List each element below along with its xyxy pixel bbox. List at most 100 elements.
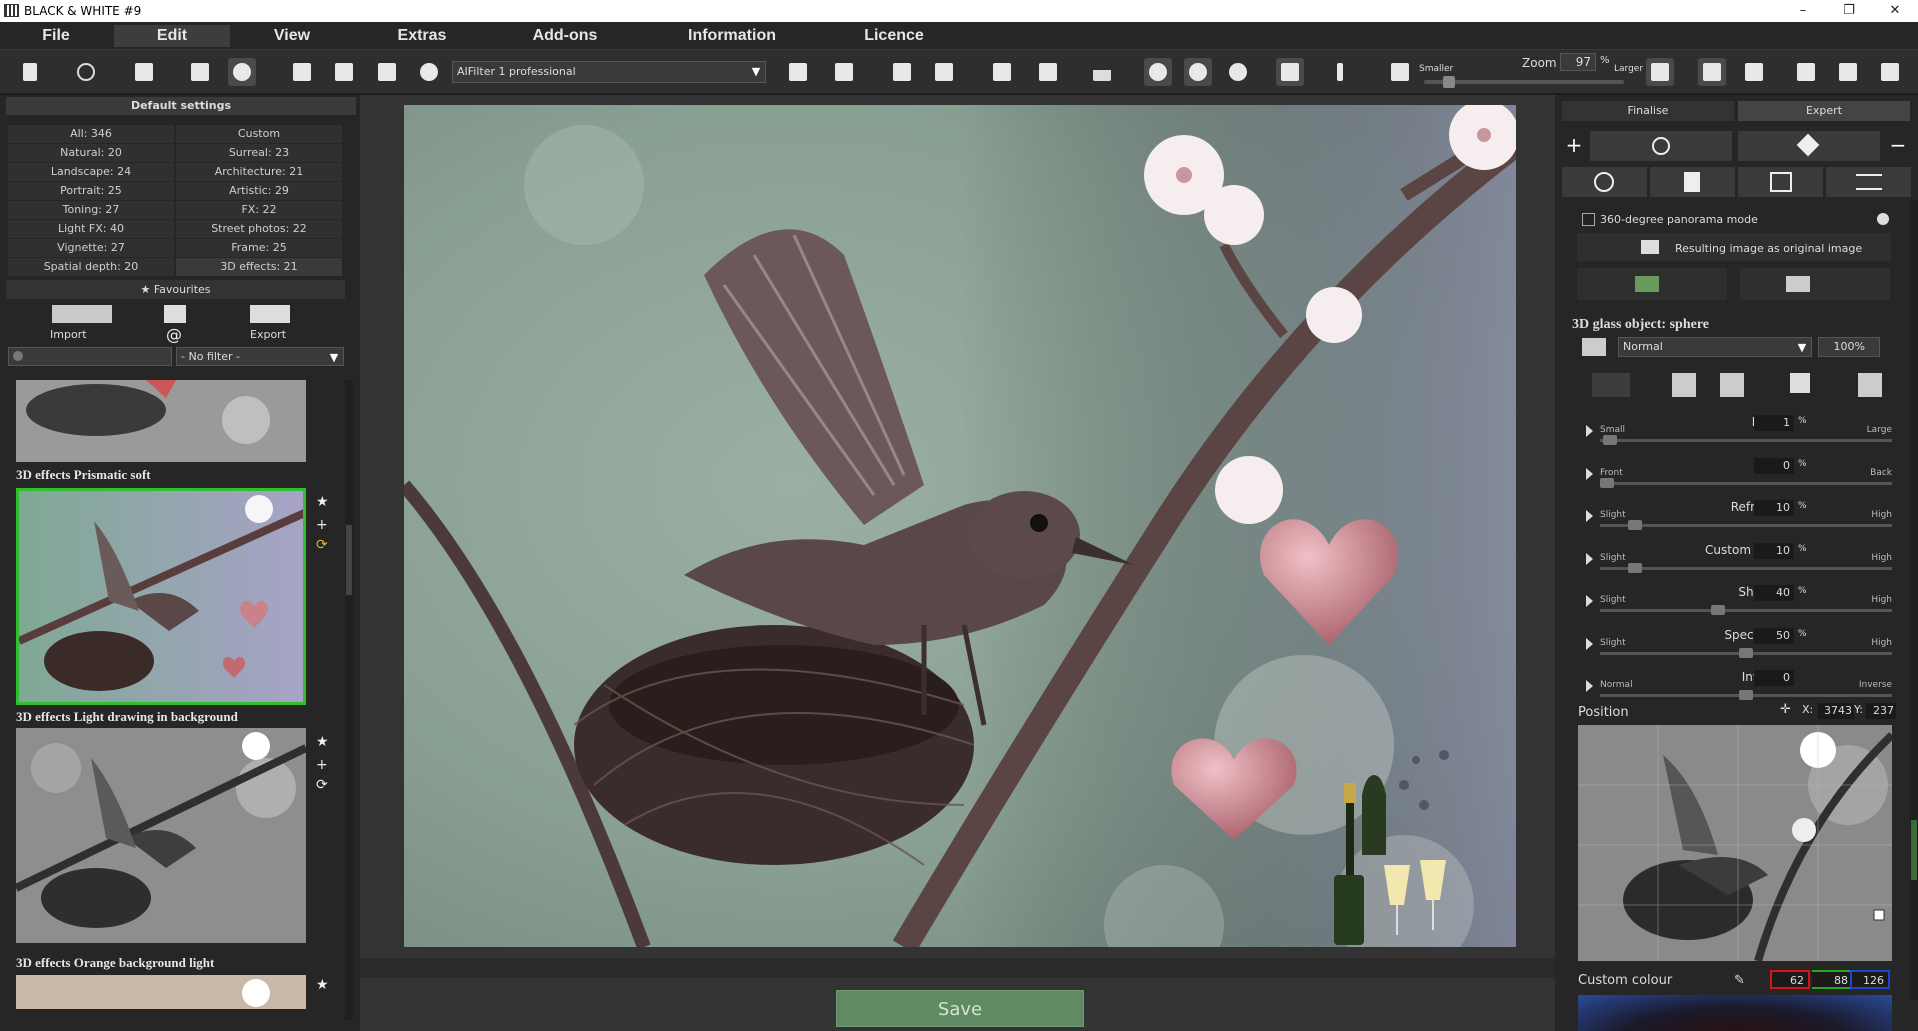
add-layer-icon[interactable] xyxy=(1672,373,1696,397)
resize-button[interactable] xyxy=(1834,58,1862,86)
at-icon[interactable]: @ xyxy=(166,325,182,344)
control-value-input[interactable]: 1 xyxy=(1754,415,1794,431)
menu-file[interactable]: File xyxy=(20,25,92,47)
filter-select[interactable]: AIFilter 1 professional ▼ xyxy=(452,61,766,83)
preset-thumb-1[interactable] xyxy=(16,488,306,705)
favourite-star-icon[interactable]: ★ xyxy=(316,977,329,993)
category-item[interactable]: Natural: 20 xyxy=(8,144,174,162)
category-item[interactable]: Vignette: 27 xyxy=(8,239,174,257)
export-arrow-button[interactable] xyxy=(1646,58,1674,86)
control-value-input[interactable]: 0 xyxy=(1754,457,1794,474)
add-icon[interactable]: + xyxy=(316,517,328,533)
zoom-input[interactable]: 97 xyxy=(1560,53,1596,71)
control-slider-handle[interactable] xyxy=(1711,605,1726,615)
preset-thumb-0[interactable] xyxy=(16,380,306,462)
pin-button[interactable] xyxy=(1386,58,1414,86)
grid-button[interactable] xyxy=(1740,58,1768,86)
category-item[interactable]: All: 346 xyxy=(8,125,174,143)
panorama-info-icon[interactable] xyxy=(1877,213,1889,225)
menu-information[interactable]: Information xyxy=(670,25,794,47)
fit-button[interactable] xyxy=(988,58,1016,86)
settings-button[interactable] xyxy=(228,58,256,86)
preset-thumb-2[interactable] xyxy=(16,728,306,943)
presets-scrollbar[interactable] xyxy=(345,380,353,1020)
layout-button[interactable] xyxy=(784,58,812,86)
filmstrip-button[interactable] xyxy=(930,58,958,86)
category-item[interactable]: FX: 22 xyxy=(176,201,342,219)
tab-finalise[interactable]: Finalise xyxy=(1562,101,1734,121)
open-button[interactable] xyxy=(130,58,158,86)
control-slider-track[interactable] xyxy=(1600,439,1892,442)
document-tab-button[interactable] xyxy=(1650,167,1735,197)
expand-arrow-icon[interactable] xyxy=(1586,467,1593,480)
raw-button[interactable] xyxy=(186,58,214,86)
menu-view[interactable]: View xyxy=(250,25,334,47)
control-slider-track[interactable] xyxy=(1600,481,1892,485)
histogram-button[interactable] xyxy=(1088,58,1116,86)
preset-thumb-3[interactable] xyxy=(16,975,306,1009)
crop-button[interactable] xyxy=(1034,58,1062,86)
category-item[interactable]: Custom xyxy=(176,125,342,143)
category-item[interactable]: Toning: 27 xyxy=(8,201,174,219)
control-slider-handle[interactable] xyxy=(1739,647,1753,658)
import-button[interactable]: Import xyxy=(50,328,87,341)
category-item[interactable]: 3D effects: 21 xyxy=(176,258,342,276)
save-file-button[interactable] xyxy=(288,58,316,86)
menu-licence[interactable]: Licence xyxy=(850,25,938,47)
zoom-tool-button[interactable] xyxy=(1590,131,1732,161)
expand-arrow-icon[interactable] xyxy=(1586,552,1593,565)
category-item[interactable]: Portrait: 25 xyxy=(8,182,174,200)
menu-addons[interactable]: Add-ons xyxy=(510,25,620,47)
refresh-icon[interactable]: ⟳ xyxy=(316,537,328,553)
control-value-input[interactable]: 0 xyxy=(1754,670,1794,686)
control-slider-track[interactable] xyxy=(1600,609,1892,612)
control-value-input[interactable]: 50 xyxy=(1754,627,1794,644)
control-slider-handle[interactable] xyxy=(1627,520,1642,530)
category-item[interactable]: Architecture: 21 xyxy=(176,163,342,181)
control-value-input[interactable]: 10 xyxy=(1754,542,1794,559)
preview-eye-button[interactable] xyxy=(1144,58,1172,86)
fullscreen-button[interactable] xyxy=(1876,58,1904,86)
dots-button[interactable] xyxy=(1326,58,1354,86)
settings-scrollbar[interactable] xyxy=(1910,200,1918,1000)
control-slider-handle[interactable] xyxy=(1627,562,1642,573)
control-value-input[interactable]: 10 xyxy=(1754,500,1794,516)
expand-arrow-icon[interactable] xyxy=(1586,425,1593,437)
history-button[interactable] xyxy=(72,58,100,86)
control-slider-track[interactable] xyxy=(1600,524,1892,527)
tab-expert[interactable]: Expert xyxy=(1738,101,1910,121)
category-item[interactable]: Spatial depth: 20 xyxy=(8,258,174,276)
control-slider-handle[interactable] xyxy=(1602,435,1617,445)
print-button[interactable] xyxy=(373,58,401,86)
split-view-button[interactable] xyxy=(1276,58,1304,86)
new-button[interactable] xyxy=(16,58,44,86)
maximize-button[interactable]: ❐ xyxy=(1826,0,1872,22)
rotate-button[interactable] xyxy=(1698,58,1726,86)
settings-scroll-thumb[interactable] xyxy=(1911,820,1917,880)
position-preview[interactable] xyxy=(1578,725,1892,961)
remove-effect-button[interactable]: − xyxy=(1886,131,1910,161)
edit-layer-icon[interactable] xyxy=(1720,373,1744,397)
list-tab-button[interactable] xyxy=(1738,167,1823,197)
refresh-icon[interactable]: ⟳ xyxy=(316,777,328,793)
sliders-tab-button[interactable] xyxy=(1826,167,1911,197)
save-button[interactable]: Save xyxy=(836,990,1084,1027)
minimize-button[interactable]: – xyxy=(1780,0,1826,22)
share-button[interactable] xyxy=(415,58,443,86)
zoom-slider-handle[interactable] xyxy=(1442,76,1455,88)
menu-extras[interactable]: Extras xyxy=(380,25,464,47)
expand-arrow-icon[interactable] xyxy=(1586,680,1593,692)
mask-button[interactable] xyxy=(1592,373,1630,397)
control-slider-track[interactable] xyxy=(1600,566,1892,570)
delete-layer-icon[interactable] xyxy=(1858,373,1882,397)
control-slider-handle[interactable] xyxy=(1600,477,1614,488)
category-item[interactable]: Landscape: 24 xyxy=(8,163,174,181)
compare-button[interactable] xyxy=(830,58,858,86)
colour-wheel[interactable] xyxy=(1578,995,1892,1031)
custom-colour-red-input[interactable]: 62 xyxy=(1770,970,1810,989)
main-image[interactable] xyxy=(404,105,1516,947)
expand-arrow-icon[interactable] xyxy=(1586,637,1593,650)
presets-scroll-thumb[interactable] xyxy=(346,525,352,595)
square-icon[interactable] xyxy=(1790,373,1810,393)
redo-button[interactable] xyxy=(1224,58,1252,86)
